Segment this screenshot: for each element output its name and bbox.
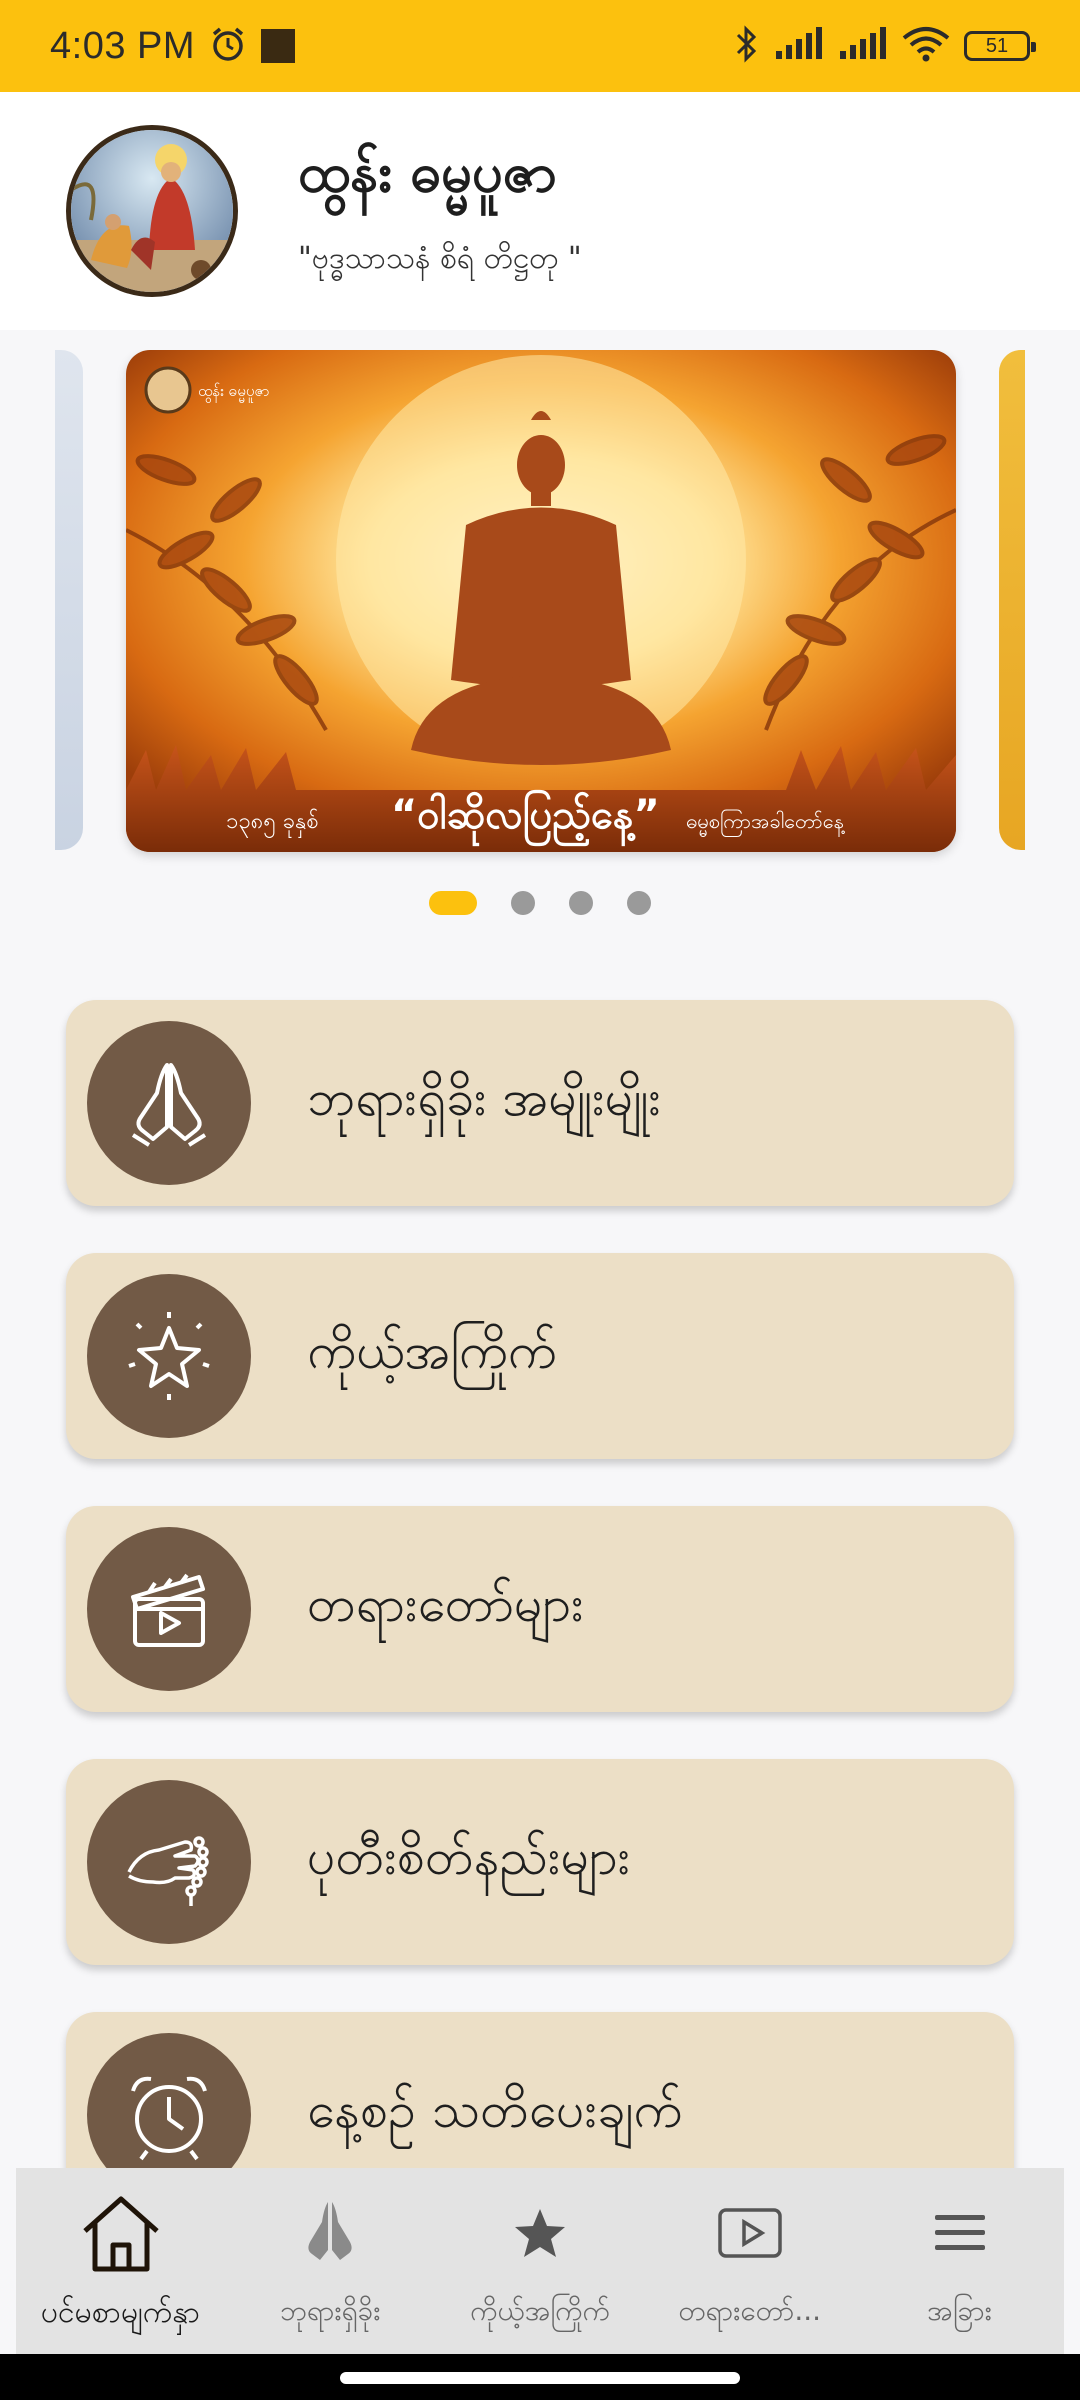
nav-item-home[interactable]: ပင်မစာမျက်နှာ — [16, 2188, 225, 2337]
carousel-slide[interactable]: ထွန်း ဓမ္မပူဇာ ၁၃၈၅ ခုနှစ် “ဝါဆိုလပြည့်န… — [126, 350, 956, 852]
menu-card-favorites[interactable]: ကိုယ့်အကြိုက် — [66, 1253, 1014, 1459]
app-screen: 4:03 PM 51 ထွန်း ဓမ္မပူဇာ "ဗုဒ္ဓသာသနံ စိ… — [0, 0, 1080, 2400]
carousel-dot[interactable] — [569, 891, 593, 915]
menu-card-label: နေ့စဉ် သတိပေးချက် — [307, 2080, 683, 2139]
nav-label: ဘုရားရှိခိုး — [279, 2294, 381, 2327]
app-logo — [66, 125, 238, 297]
alarm-icon — [209, 25, 247, 67]
nav-label: အခြား — [927, 2294, 992, 2327]
app-header: ထွန်း ဓမ္မပူဇာ "ဗုဒ္ဓသာသနံ စိရံ တိဋ္ဌတု … — [0, 92, 1080, 330]
signal-icon — [838, 27, 888, 65]
carousel-dot[interactable] — [511, 891, 535, 915]
bluetooth-icon — [734, 24, 760, 68]
signal-icon — [774, 27, 824, 65]
status-time: 4:03 PM — [50, 24, 196, 67]
slide-logo-text: ထွန်း ဓမ္မပူဇာ — [198, 382, 270, 403]
slide-subtitle: ဓမ္မစကြာအခါတော်နေ့ — [686, 809, 844, 837]
nav-item-more[interactable]: အခြား — [855, 2188, 1064, 2334]
carousel-dot[interactable] — [627, 891, 651, 915]
app-title: ထွန်း ဓမ္မပူဇာ — [298, 141, 558, 204]
prayer-beads-icon — [87, 1780, 251, 1944]
app-subtitle: "ဗုဒ္ဓသာသနံ စိရံ တိဋ္ဌတု " — [298, 241, 582, 276]
nav-label: တရားတော်... — [678, 2294, 822, 2327]
nav-label: ကိုယ့်အကြိုက် — [470, 2294, 610, 2327]
menu-icon — [933, 2188, 987, 2278]
battery-icon: 51 — [964, 31, 1036, 61]
notification-square-icon — [261, 29, 296, 63]
carousel-dot[interactable] — [429, 891, 477, 915]
star-icon — [87, 1274, 251, 1438]
menu-card-prayers[interactable]: ဘုရားရှိခိုး အမျိုးမျိုး — [66, 1000, 1014, 1206]
battery-level: 51 — [985, 34, 1009, 57]
home-icon — [79, 2188, 163, 2278]
carousel-slide-previous[interactable] — [55, 350, 83, 850]
main-menu: ဘုရားရှိခိုး အမျိုးမျိုး ကိုယ့်အကြိုက် တ… — [66, 1000, 1014, 2265]
star-icon — [512, 2188, 568, 2278]
play-icon — [717, 2188, 783, 2278]
banner-carousel[interactable]: ထွန်း ဓမ္မပူဇာ ၁၃၈၅ ခုနှစ် “ဝါဆိုလပြည့်န… — [55, 350, 1025, 870]
bottom-navigation: ပင်မစာမျက်နှာ ဘုရားရှိခိုး ကိုယ့်အကြိုက် — [16, 2168, 1064, 2354]
menu-card-dhamma-talks[interactable]: တရားတော်များ — [66, 1506, 1014, 1712]
carousel-indicator — [0, 891, 1080, 915]
nav-item-dhamma[interactable]: တရားတော်... — [645, 2188, 854, 2334]
nav-item-prayers[interactable]: ဘုရားရှိခိုး — [226, 2188, 435, 2334]
nav-item-favorites[interactable]: ကိုယ့်အကြိုက် — [436, 2188, 645, 2334]
nav-label: ပင်မစာမျက်နှာ — [40, 2295, 201, 2330]
praying-hands-icon — [300, 2188, 360, 2278]
clapperboard-icon — [87, 1527, 251, 1691]
menu-card-label: ကိုယ့်အကြိုက် — [307, 1321, 557, 1380]
menu-card-rosary[interactable]: ပုတီးစိတ်နည်းများ — [66, 1759, 1014, 1965]
praying-hands-icon — [87, 1021, 251, 1185]
gesture-handle[interactable] — [340, 2372, 740, 2384]
carousel-slide-next[interactable] — [999, 350, 1025, 850]
menu-card-label: ပုတီးစိတ်နည်းများ — [307, 1827, 631, 1886]
status-bar: 4:03 PM 51 — [0, 0, 1080, 92]
menu-card-label: ဘုရားရှိခိုး အမျိုးမျိုး — [307, 1068, 662, 1127]
wifi-icon — [902, 26, 950, 66]
menu-card-label: တရားတော်များ — [307, 1574, 584, 1633]
